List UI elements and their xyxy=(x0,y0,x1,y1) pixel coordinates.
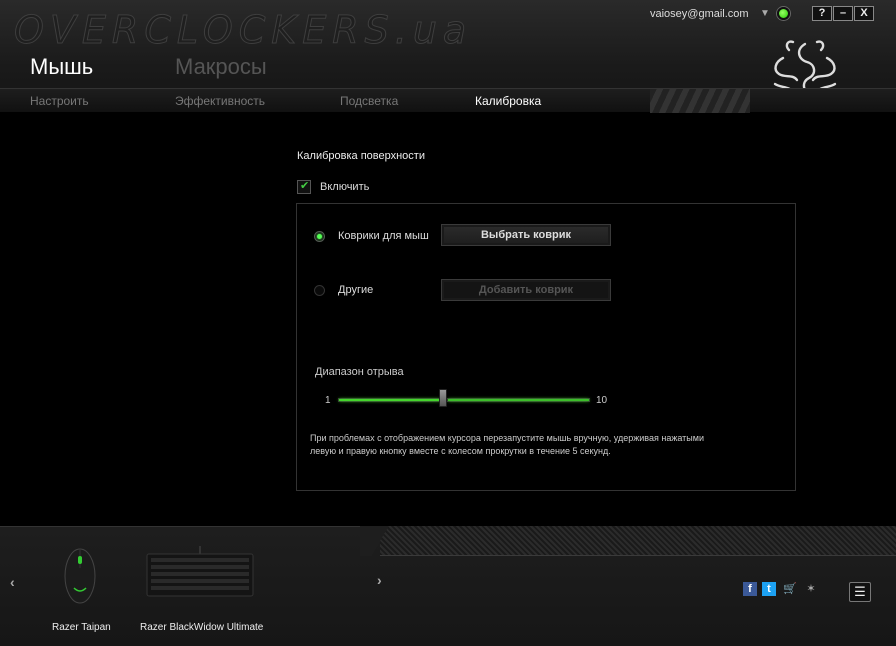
sub-navigation: Настроить Эффективность Подсветка Калибр… xyxy=(0,88,896,113)
option-label-other: Другие xyxy=(338,284,374,296)
subtab-customize[interactable]: Настроить xyxy=(30,94,89,108)
tab-mouse[interactable]: Мышь xyxy=(30,54,93,80)
device-label-mouse[interactable]: Razer Taipan xyxy=(52,622,111,633)
tab-macros[interactable]: Макросы xyxy=(175,54,267,80)
next-device-icon[interactable]: › xyxy=(377,572,382,588)
lift-range-slider-handle[interactable] xyxy=(438,389,447,407)
lift-range-rest xyxy=(447,399,589,401)
enable-checkbox[interactable]: ✔ xyxy=(297,180,311,194)
online-status-icon xyxy=(777,7,790,20)
lift-range-max: 10 xyxy=(596,395,608,406)
enable-label: Включить xyxy=(320,181,370,193)
twitter-icon[interactable]: t xyxy=(762,582,776,596)
close-button[interactable]: X xyxy=(854,6,874,21)
subtab-lighting[interactable]: Подсветка xyxy=(340,94,398,108)
account-dropdown-icon[interactable]: ▼ xyxy=(760,8,770,19)
add-mousepad-button[interactable]: Добавить коврик xyxy=(441,279,611,301)
lift-range-min: 1 xyxy=(325,395,331,406)
watermark-logo: OVERCLOCKERS.ua xyxy=(13,8,473,53)
checkmark-icon: ✔ xyxy=(300,180,310,192)
account-email[interactable]: vaiosey@gmail.com xyxy=(650,8,749,20)
decorative-slant xyxy=(360,526,400,556)
lift-range-label: Диапазон отрыва xyxy=(315,366,404,378)
cart-icon[interactable]: 🛒 xyxy=(783,582,797,596)
help-button[interactable]: ? xyxy=(812,6,832,21)
keyboard-icon[interactable] xyxy=(145,546,255,598)
lift-range-track[interactable] xyxy=(338,398,590,402)
option-label-mousepads: Коврики для мыш xyxy=(338,230,429,242)
menu-button[interactable]: ☰ xyxy=(849,582,871,602)
decorative-stripes xyxy=(380,526,896,556)
section-title: Калибровка поверхности xyxy=(297,150,425,162)
prev-device-icon[interactable]: ‹ xyxy=(10,574,15,590)
facebook-icon[interactable]: f xyxy=(743,582,757,596)
decorative-stripes xyxy=(650,89,750,113)
minimize-button[interactable]: – xyxy=(833,6,853,21)
select-mousepad-button[interactable]: Выбрать коврик xyxy=(441,224,611,246)
razer-logo-icon[interactable]: ✶ xyxy=(804,582,818,596)
app-header: OVERCLOCKERS.ua vaiosey@gmail.com ▼ ? – … xyxy=(0,0,896,113)
reset-instructions: При проблемах с отображением курсора пер… xyxy=(310,433,704,456)
radio-mousepads[interactable] xyxy=(314,231,325,242)
subtab-calibration[interactable]: Калибровка xyxy=(475,94,541,108)
device-label-keyboard[interactable]: Razer BlackWidow Ultimate xyxy=(140,622,263,633)
radio-other[interactable] xyxy=(314,285,325,296)
lift-range-fill xyxy=(339,399,440,401)
mouse-icon[interactable] xyxy=(60,542,100,606)
subtab-performance[interactable]: Эффективность xyxy=(175,94,265,108)
